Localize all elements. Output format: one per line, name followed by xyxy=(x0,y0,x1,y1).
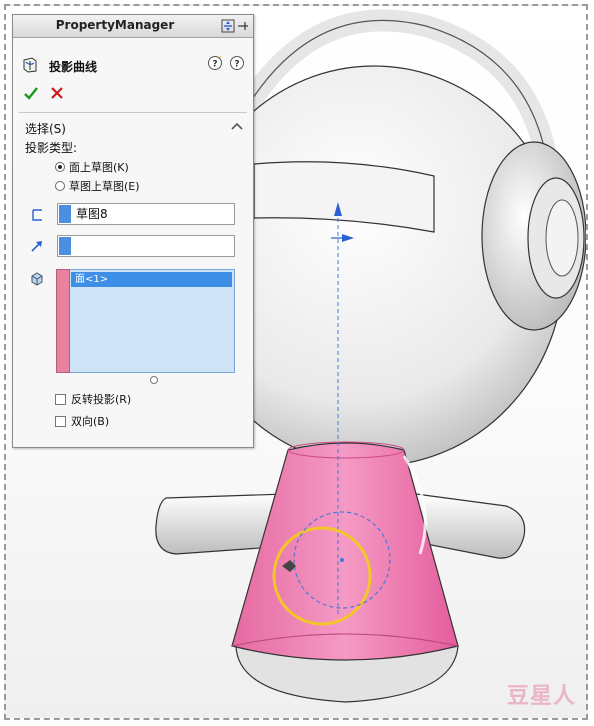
list-item[interactable]: 面<1> xyxy=(71,272,232,287)
checkbox-label: 反转投影(R) xyxy=(71,393,132,406)
direction-arrow-icon xyxy=(31,241,42,252)
panel-header: PropertyManager xyxy=(13,15,253,38)
cancel-x-icon[interactable] xyxy=(49,85,65,101)
screenshot-frame: PropertyManager 投影曲线 ? ? 选择(S) 投影类型: 面上草… xyxy=(4,4,588,720)
projection-direction-field[interactable] xyxy=(57,235,235,257)
face-icon xyxy=(31,272,43,286)
checkbox[interactable] xyxy=(55,393,66,405)
projected-curve-icon xyxy=(23,57,37,73)
pink-body xyxy=(231,442,459,661)
radio-label: 草图上草图(E) xyxy=(69,180,140,193)
faces-list[interactable]: 面<1> xyxy=(56,269,235,373)
sketch-to-project-field[interactable]: 草图8 xyxy=(57,203,235,225)
section-separator xyxy=(19,112,247,113)
field-color-bar xyxy=(59,205,71,223)
checkbox[interactable] xyxy=(55,415,66,427)
svg-text:?: ? xyxy=(234,60,239,70)
bidirectional-option[interactable]: 双向(B) xyxy=(55,413,109,429)
property-manager-panel: PropertyManager 投影曲线 ? ? 选择(S) 投影类型: 面上草… xyxy=(12,14,254,448)
panel-title: PropertyManager xyxy=(55,18,175,32)
field-color-bar xyxy=(59,237,71,255)
ear-cup-center xyxy=(545,199,579,277)
watermark-text: 豆星人 xyxy=(506,684,576,709)
sketch-field-value: 草图8 xyxy=(76,207,108,221)
projection-type-label: 投影类型: xyxy=(25,141,78,155)
pin-icon[interactable] xyxy=(236,19,250,33)
reverse-projection-option[interactable]: 反转投影(R) xyxy=(55,391,131,407)
sketch-center-point xyxy=(340,558,344,562)
radio-label: 面上草图(K) xyxy=(69,161,129,174)
section-title: 选择(S) xyxy=(25,122,66,136)
right-arm xyxy=(415,493,526,559)
radio-button[interactable] xyxy=(55,181,65,191)
expand-icon[interactable] xyxy=(221,19,235,33)
ok-check-icon[interactable] xyxy=(23,85,39,101)
question-icon[interactable]: ? xyxy=(229,55,245,71)
feature-title: 投影曲线 xyxy=(49,60,98,74)
sketch-icon xyxy=(32,209,42,221)
chevron-up-icon[interactable] xyxy=(231,121,243,131)
list-resize-handle[interactable] xyxy=(150,376,158,384)
checkbox-label: 双向(B) xyxy=(71,415,110,428)
help-icon[interactable]: ? xyxy=(207,55,223,71)
radio-sketch-on-sketch[interactable]: 草图上草图(E) xyxy=(55,178,140,194)
radio-sketch-on-faces[interactable]: 面上草图(K) xyxy=(55,159,129,175)
radio-button-selected[interactable] xyxy=(55,162,65,172)
feature-title-row: 投影曲线 ? ? xyxy=(19,55,249,75)
list-color-bar xyxy=(56,269,70,373)
svg-text:?: ? xyxy=(212,60,217,70)
